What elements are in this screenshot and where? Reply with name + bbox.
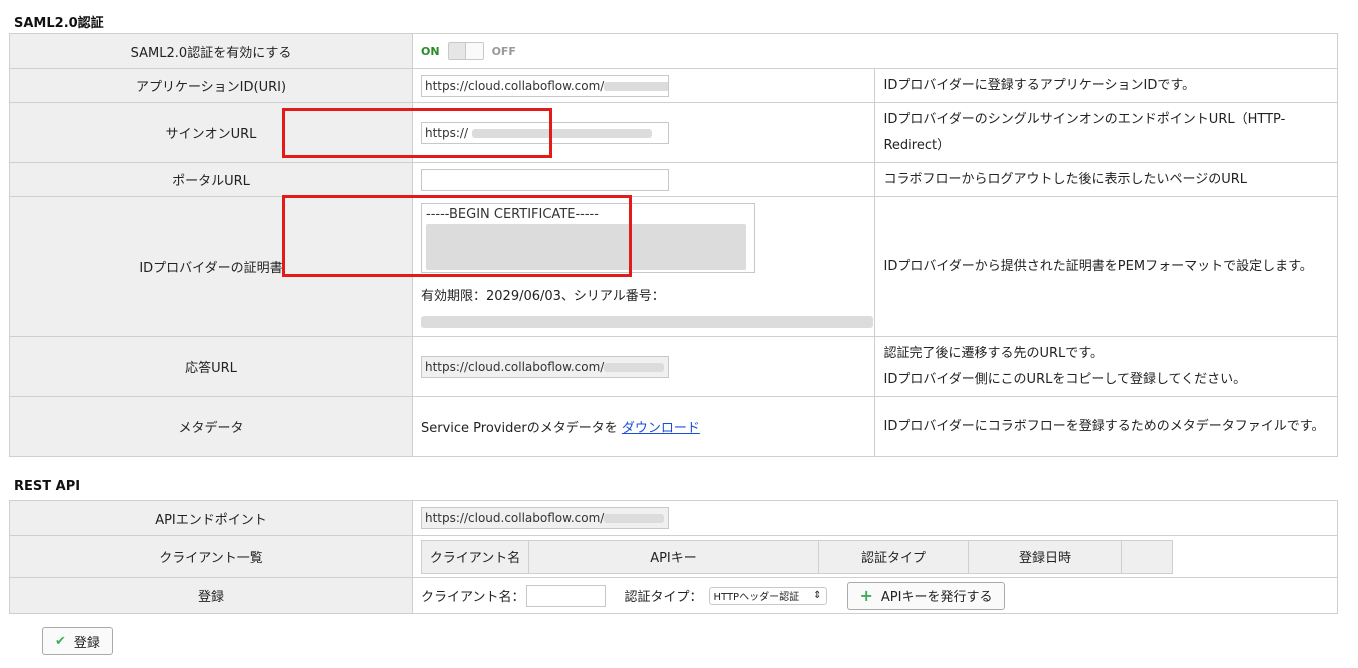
cert-expiry: 有効期限：2029/06/03、シリアル番号：	[421, 289, 665, 304]
saml-toggle[interactable]: ON OFF	[421, 42, 1337, 60]
rest-settings-table: APIエンドポイント https://cloud.collaboflow.com…	[9, 500, 1338, 614]
api-endpoint-label: APIエンドポイント	[9, 500, 413, 536]
rest-section-title: REST API	[14, 479, 81, 494]
col-client-name: クライアント名	[421, 539, 529, 574]
auth-type-select[interactable]: HTTPヘッダー認証 ⇕	[708, 586, 827, 605]
cert-serial-redacted	[421, 316, 873, 328]
col-auth-type: 認証タイプ	[818, 539, 969, 574]
response-url-input[interactable]: https://cloud.collaboflow.com/	[421, 355, 669, 378]
select-arrows-icon: ⇕	[813, 590, 822, 601]
response-url-label: 応答URL	[9, 336, 413, 397]
toggle-off-label: OFF	[491, 44, 516, 58]
saml-section-title: SAML2.0認証	[14, 16, 104, 31]
check-icon: ✔	[55, 633, 66, 649]
app-id-desc: IDプロバイダーに登録するアプリケーションIDです。	[874, 68, 1338, 103]
auth-type-label: 認証タイプ：	[624, 590, 703, 605]
issue-api-key-button[interactable]: + APIキーを発行する	[846, 581, 1006, 610]
response-url-desc-2: IDプロバイダー側にこのURLをコピーして登録してください。	[883, 371, 1247, 387]
metadata-label: メタデータ	[9, 396, 413, 457]
signon-url-label: サインオンURL	[9, 102, 413, 163]
plus-icon: +	[859, 586, 873, 605]
client-name-label: クライアント名：	[421, 590, 525, 605]
enable-saml-label: SAML2.0認証を有効にする	[9, 33, 413, 69]
app-id-label: アプリケーションID(URI)	[9, 68, 413, 103]
app-id-input[interactable]: https://cloud.collaboflow.com//	[421, 74, 669, 97]
col-actions	[1121, 539, 1173, 574]
client-name-input[interactable]	[526, 584, 607, 607]
portal-url-label: ポータルURL	[9, 162, 413, 197]
saml-settings-table: SAML2.0認証を有効にする ON OFF アプリケーションID(URI) h…	[9, 33, 1338, 457]
metadata-text: Service Providerのメタデータを	[421, 421, 618, 436]
cert-textarea[interactable]: -----BEGIN CERTIFICATE-----	[421, 203, 755, 273]
api-endpoint-input[interactable]: https://cloud.collaboflow.com/	[421, 507, 669, 529]
col-api-key: APIキー	[528, 539, 819, 574]
client-list-table: クライアント名 APIキー 認証タイプ 登録日時	[421, 539, 1173, 574]
client-list-label: クライアント一覧	[9, 535, 413, 578]
response-url-desc-1: 認証完了後に遷移する先のURLです。	[883, 345, 1103, 361]
signon-url-desc: IDプロバイダーのシングルサインオンのエンドポイントURL（HTTP-Redir…	[874, 102, 1338, 163]
metadata-desc: IDプロバイダーにコラボフローを登録するためのメタデータファイルです。	[874, 396, 1338, 457]
cert-desc: IDプロバイダーから提供された証明書をPEMフォーマットで設定します。	[874, 196, 1338, 337]
save-button[interactable]: ✔ 登録	[42, 627, 113, 655]
portal-url-input[interactable]	[421, 168, 669, 191]
toggle-on-label: ON	[421, 44, 440, 58]
toggle-switch[interactable]	[447, 42, 484, 60]
metadata-download-link[interactable]: ダウンロード	[622, 421, 700, 436]
col-registered-at: 登録日時	[968, 539, 1122, 574]
cert-label: IDプロバイダーの証明書	[9, 196, 413, 337]
portal-url-desc: コラボフローからログアウトした後に表示したいページのURL	[874, 162, 1338, 197]
signon-url-input[interactable]: https://	[421, 121, 669, 144]
register-label: 登録	[9, 577, 413, 614]
